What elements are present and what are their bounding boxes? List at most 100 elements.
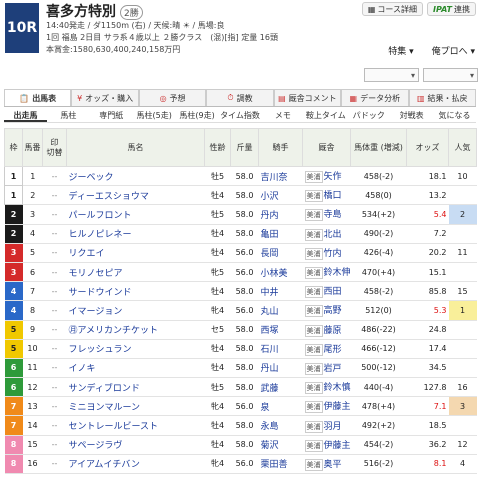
mark-select[interactable]: --: [49, 172, 60, 181]
trainer-cell[interactable]: 美浦 羽月: [302, 415, 351, 436]
trainer-cell[interactable]: 美浦 岩戸: [302, 358, 351, 379]
mark-select[interactable]: --: [49, 229, 60, 238]
mark-cell[interactable]: --: [42, 262, 67, 283]
horse-name-cell[interactable]: ジーベック: [66, 166, 205, 187]
subtab-bachu9[interactable]: 馬柱(9走): [176, 109, 219, 122]
jockey-cell[interactable]: 丹内: [258, 204, 303, 225]
subtab-kininaru[interactable]: 気になる: [433, 109, 476, 122]
trainer-link[interactable]: 寺島: [324, 210, 342, 220]
jockey-cell[interactable]: 中井: [258, 281, 303, 302]
horse-name-cell[interactable]: ヒルノピレネー: [66, 224, 205, 244]
dropdown-1[interactable]: ▾: [364, 68, 419, 82]
jockey-link[interactable]: 丹内: [261, 211, 279, 221]
trainer-cell[interactable]: 美浦 矢作: [302, 166, 351, 187]
jockey-link[interactable]: 石川: [261, 345, 279, 355]
horse-name-cell[interactable]: リクエイ: [66, 243, 205, 263]
jockey-link[interactable]: 永島: [261, 422, 279, 432]
mark-select[interactable]: --: [49, 191, 60, 200]
horse-name-link[interactable]: セントレールビースト: [69, 422, 159, 432]
mark-cell[interactable]: --: [42, 435, 67, 455]
horse-name-link[interactable]: サードウインド: [69, 288, 132, 298]
jockey-cell[interactable]: 武藤: [258, 377, 303, 398]
horse-name-link[interactable]: モリノセピア: [69, 269, 123, 279]
jockey-link[interactable]: 菊沢: [261, 441, 279, 451]
jockey-link[interactable]: 亀田: [261, 230, 279, 240]
mark-select[interactable]: --: [49, 440, 60, 449]
horse-name-cell[interactable]: ㊊アメリカンチケット: [66, 320, 205, 340]
mark-cell[interactable]: --: [42, 166, 67, 187]
jockey-link[interactable]: 泉: [261, 403, 270, 413]
jockey-link[interactable]: 中井: [261, 288, 279, 298]
horse-name-link[interactable]: パールフロント: [69, 211, 132, 221]
trainer-link[interactable]: 西田: [324, 287, 342, 297]
subtab-bachu5[interactable]: 馬柱(5走): [133, 109, 176, 122]
trainer-cell[interactable]: 美浦 竹内: [302, 243, 351, 263]
horse-name-link[interactable]: イノキ: [69, 364, 96, 374]
subtab-paddock[interactable]: パドック: [347, 109, 390, 122]
mark-cell[interactable]: --: [42, 415, 67, 436]
horse-name-cell[interactable]: アイアムイチバン: [66, 454, 205, 475]
jockey-cell[interactable]: 西塚: [258, 320, 303, 340]
trainer-cell[interactable]: 美浦 北出: [302, 224, 351, 244]
mark-select[interactable]: --: [49, 268, 60, 277]
jockey-cell[interactable]: 泉: [258, 396, 303, 417]
horse-name-cell[interactable]: サンディブロンド: [66, 377, 205, 398]
mark-cell[interactable]: --: [42, 377, 67, 398]
tab-shutuba[interactable]: 📋 出馬表: [4, 89, 72, 106]
horse-name-link[interactable]: リクエイ: [69, 249, 105, 259]
horse-name-cell[interactable]: イノキ: [66, 358, 205, 379]
trainer-cell[interactable]: 美浦 西田: [302, 281, 351, 302]
mark-cell[interactable]: --: [42, 224, 67, 244]
ipat-link-button[interactable]: IPAT 連携: [427, 2, 476, 16]
subtab-bachu[interactable]: 馬柱: [47, 109, 90, 122]
trainer-cell[interactable]: 美浦 奥平: [302, 454, 351, 475]
trainer-link[interactable]: 高野: [324, 306, 342, 316]
jockey-cell[interactable]: 丸山: [258, 300, 303, 321]
trainer-link[interactable]: 鈴木伸: [324, 268, 351, 278]
trainer-link[interactable]: 尾形: [324, 345, 342, 355]
jockey-cell[interactable]: 長岡: [258, 243, 303, 263]
jockey-cell[interactable]: 栗田善: [258, 454, 303, 475]
horse-name-link[interactable]: サページラヴ: [69, 441, 123, 451]
jockey-cell[interactable]: 石川: [258, 339, 303, 359]
horse-name-cell[interactable]: パールフロント: [66, 204, 205, 225]
trainer-cell[interactable]: 美浦 鈴木慎: [302, 377, 351, 398]
jockey-link[interactable]: 西塚: [261, 326, 279, 336]
tab-odds[interactable]: ¥ オッズ・購入: [71, 89, 139, 106]
horse-name-cell[interactable]: モリノセピア: [66, 262, 205, 283]
subtab-senmonshi[interactable]: 専門紙: [90, 109, 133, 122]
mark-cell[interactable]: --: [42, 339, 67, 359]
mark-cell[interactable]: --: [42, 358, 67, 379]
tab-comment[interactable]: ▤ 厩舎コメント: [273, 89, 342, 106]
trainer-cell[interactable]: 美浦 高野: [302, 300, 351, 321]
mark-select[interactable]: --: [49, 210, 60, 219]
mark-select[interactable]: --: [49, 383, 60, 392]
jockey-cell[interactable]: 永島: [258, 415, 303, 436]
jockey-link[interactable]: 栗田善: [261, 460, 288, 470]
dropdown-2[interactable]: ▾: [423, 68, 478, 82]
jockey-cell[interactable]: 吉川奈: [258, 166, 303, 187]
trainer-link[interactable]: 奥平: [324, 460, 342, 470]
jockey-link[interactable]: 吉川奈: [261, 173, 288, 183]
mark-select[interactable]: --: [49, 344, 60, 353]
jockey-cell[interactable]: 丹山: [258, 358, 303, 379]
jockey-link[interactable]: 小林美: [261, 269, 288, 279]
horse-name-cell[interactable]: ディーエスショウマ: [66, 185, 205, 206]
jockey-link[interactable]: 長岡: [261, 249, 279, 259]
mark-select[interactable]: --: [49, 363, 60, 372]
mark-cell[interactable]: --: [42, 300, 67, 321]
horse-name-link[interactable]: ディーエスショウマ: [69, 192, 149, 202]
tokusyu-link[interactable]: 特集 ▾: [388, 44, 413, 57]
jockey-link[interactable]: 丸山: [261, 307, 279, 317]
jockey-cell[interactable]: 亀田: [258, 224, 303, 244]
trainer-cell[interactable]: 美浦 伊藤主: [302, 396, 351, 417]
orepro-link[interactable]: 俺プロへ ▾: [432, 44, 475, 57]
mark-cell[interactable]: --: [42, 320, 67, 340]
tab-result[interactable]: ▥ 結果・払戻: [408, 89, 476, 106]
trainer-link[interactable]: 鈴木慎: [324, 383, 351, 393]
jockey-link[interactable]: 丹山: [261, 364, 279, 374]
trainer-link[interactable]: 竹内: [324, 249, 342, 259]
mark-select[interactable]: --: [49, 325, 60, 334]
horse-name-cell[interactable]: フレッシュラン: [66, 339, 205, 359]
mark-select[interactable]: --: [49, 459, 60, 468]
